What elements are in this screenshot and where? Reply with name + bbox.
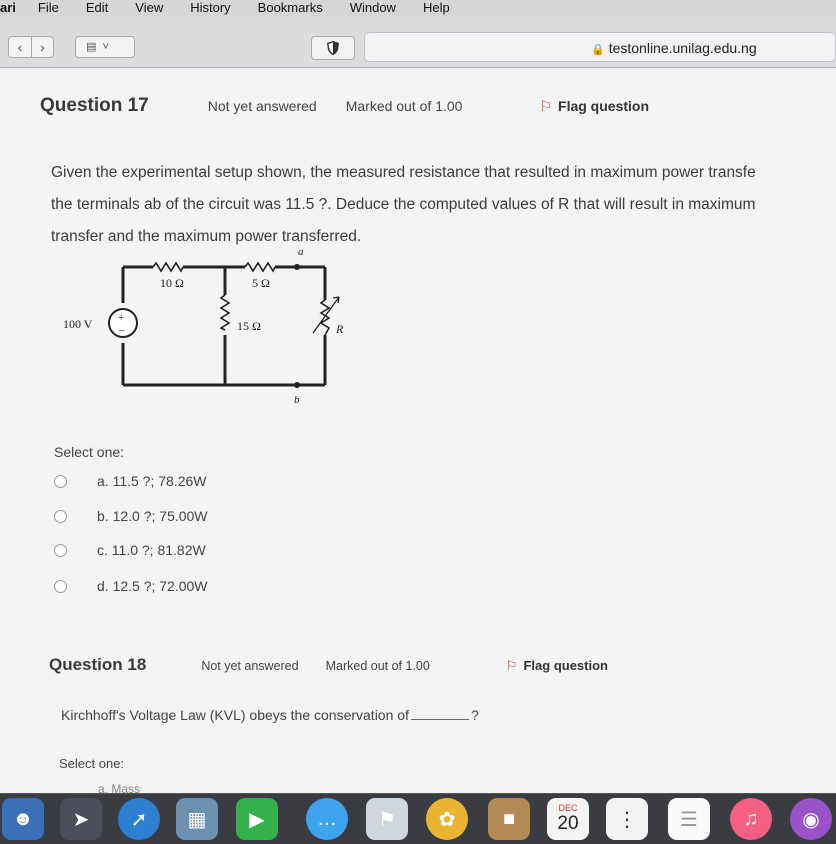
facetime-icon[interactable]: ▶: [236, 798, 278, 840]
sidebar-toggle-button[interactable]: ▤ ˅: [75, 36, 135, 58]
question-17-select-label: Select one:: [54, 444, 125, 460]
photos-icon[interactable]: ✿: [426, 798, 468, 840]
itunes-icon[interactable]: ♫: [730, 798, 772, 840]
question-17-status: Not yet answered: [207, 98, 317, 114]
question-18-marks: Marked out of 1.00: [325, 659, 430, 673]
menu-help[interactable]: Help: [423, 0, 450, 16]
option-c-label: c. 11.0 ?; 81.82W: [97, 542, 206, 558]
question-17-flag[interactable]: ⚐ Flag question: [539, 98, 649, 115]
calendar-icon[interactable]: DEC 20: [547, 798, 589, 840]
resistor-load: [319, 299, 331, 336]
preview-icon[interactable]: ▦: [176, 798, 218, 840]
resistor-5-ohm: [244, 261, 276, 273]
menu-history[interactable]: History: [190, 0, 230, 16]
option-b-label: b. 12.0 ?; 75.00W: [97, 508, 208, 524]
label-node-a: a: [298, 246, 304, 258]
svg-text:–: –: [118, 324, 125, 336]
chevron-right-icon[interactable]: ›: [31, 37, 53, 57]
question-17-title: Question 17: [40, 95, 149, 116]
page-content: Question 17 Not yet answered Marked out …: [0, 69, 836, 796]
question-18-select-label: Select one:: [59, 756, 125, 771]
browser-toolbar: ‹ › ▤ ˅ 🔒 testonline.unilag.edu.ng: [0, 16, 836, 68]
launchpad-icon[interactable]: ➤: [60, 798, 102, 840]
label-source: 100 V: [63, 317, 93, 331]
privacy-shield-icon[interactable]: [311, 36, 355, 60]
resistor-15-ohm: [219, 294, 231, 331]
radio-a[interactable]: [54, 474, 67, 488]
reminders-icon[interactable]: ⋮: [606, 798, 648, 840]
option-a[interactable]: a. 11.5 ?; 78.26W: [54, 473, 206, 489]
label-r3: 15 Ω: [237, 319, 261, 333]
menu-edit[interactable]: Edit: [86, 0, 108, 16]
contacts-icon[interactable]: ■: [488, 798, 530, 840]
option-b[interactable]: b. 12.0 ?; 75.00W: [54, 508, 208, 524]
maps-icon[interactable]: ⚑: [366, 798, 408, 840]
menu-file[interactable]: File: [38, 0, 59, 16]
label-load: R: [335, 322, 344, 336]
question-18-header: Question 18 Not yet answered Marked out …: [49, 655, 608, 675]
menu-window[interactable]: Window: [350, 0, 396, 16]
question-17-line-1: Given the experimental setup shown, the …: [51, 164, 756, 181]
radio-d[interactable]: [54, 579, 67, 593]
label-node-b: b: [294, 394, 300, 405]
finder-icon[interactable]: ☻: [2, 798, 44, 840]
menu-view[interactable]: View: [135, 0, 163, 16]
url-text: testonline.unilag.edu.ng: [608, 40, 757, 56]
question-17-line-2: the terminals ab of the circuit was 11.5…: [51, 196, 756, 213]
flag-icon: ⚐: [539, 98, 553, 114]
answer-blank: [410, 710, 469, 720]
question-17-header: Question 17 Not yet answered Marked out …: [40, 95, 649, 117]
question-18-flag[interactable]: ⚐ Flag question: [506, 658, 608, 674]
dock: ☻ ➤ ➚ ▦ ▶ … ⚑ ✿ ■ DEC 20 ⋮ ☰ ♫ ◉: [0, 793, 836, 844]
notes-icon[interactable]: ☰: [668, 798, 710, 840]
nav-buttons: ‹ ›: [8, 36, 54, 58]
radio-b[interactable]: [54, 509, 67, 523]
label-r2: 5 Ω: [252, 276, 270, 290]
resistor-10-ohm: [152, 261, 184, 273]
option-d-label: d. 12.5 ?; 72.00W: [97, 578, 208, 594]
lock-icon: 🔒: [591, 44, 605, 56]
question-18-text: Kirchhoff's Voltage Law (KVL) obeys the …: [61, 707, 479, 723]
flag-icon: ⚐: [505, 658, 518, 673]
menu-bookmarks[interactable]: Bookmarks: [258, 0, 323, 16]
option-d[interactable]: d. 12.5 ?; 72.00W: [54, 578, 208, 594]
option-a-label: a. 11.5 ?; 78.26W: [97, 473, 207, 489]
safari-icon[interactable]: ➚: [118, 798, 160, 840]
radio-c[interactable]: [54, 543, 67, 557]
option-c[interactable]: c. 11.0 ?; 81.82W: [54, 542, 206, 558]
messages-icon[interactable]: …: [306, 798, 348, 840]
question-17-marks: Marked out of 1.00: [345, 98, 463, 114]
label-r1: 10 Ω: [160, 276, 184, 290]
chevron-left-icon[interactable]: ‹: [9, 37, 31, 57]
podcasts-icon[interactable]: ◉: [790, 798, 832, 840]
question-18-title: Question 18: [49, 655, 147, 674]
circuit-diagram: + – 10 Ω 5 Ω 15 Ω 100 V R a b: [63, 246, 344, 405]
menu-bar: ari File Edit View History Bookmarks Win…: [0, 0, 836, 16]
svg-text:+: +: [118, 312, 124, 324]
address-bar[interactable]: 🔒 testonline.unilag.edu.ng: [364, 32, 836, 62]
question-18-status: Not yet answered: [201, 659, 299, 673]
menu-app-name[interactable]: ari: [0, 0, 16, 16]
question-17-text: Given the experimental setup shown, the …: [51, 157, 836, 253]
